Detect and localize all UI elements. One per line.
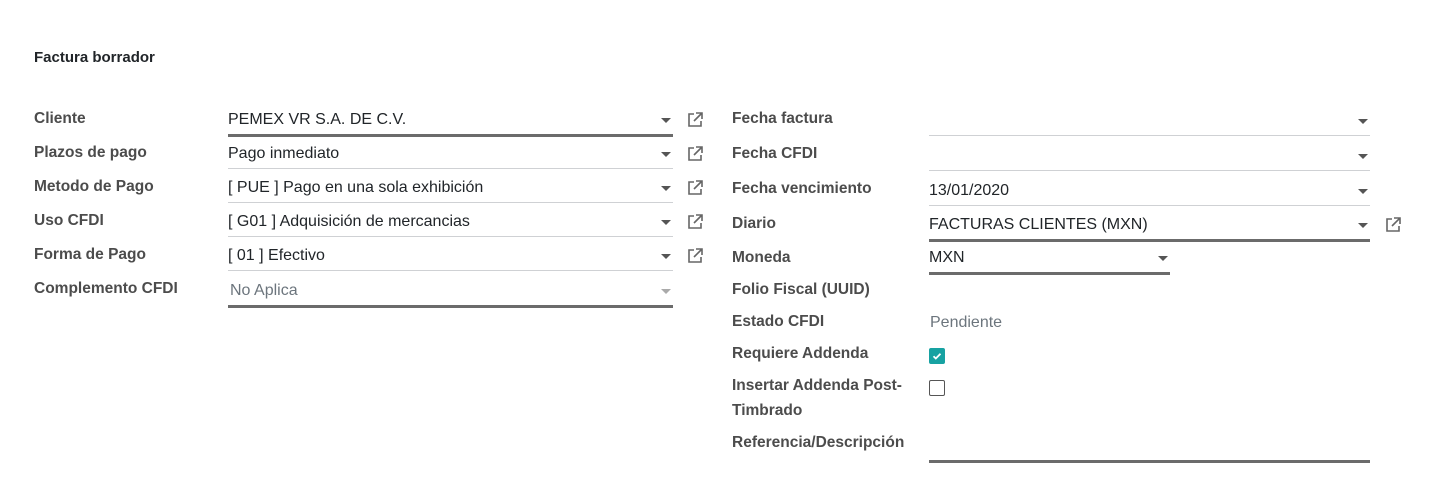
form-title: Factura borrador [34, 49, 155, 66]
requiere-addenda-label: Requiere Addenda [732, 345, 869, 362]
cliente-label: Cliente [34, 110, 86, 127]
moneda-select[interactable]: MXN [929, 246, 1170, 275]
external-link-icon[interactable] [686, 145, 704, 163]
caret-down-icon[interactable] [1358, 119, 1368, 124]
plazos-label: Plazos de pago [34, 144, 147, 161]
moneda-label: Moneda [732, 249, 791, 266]
check-icon [932, 353, 942, 360]
caret-down-icon[interactable] [1158, 256, 1168, 261]
caret-down-icon[interactable] [661, 254, 671, 259]
forma-value: [ 01 ] Efectivo [228, 247, 325, 264]
insertar-addenda-label-line2: Timbrado [732, 402, 803, 419]
estado-cfdi-label: Estado CFDI [732, 313, 825, 330]
diario-label: Diario [732, 215, 776, 232]
cliente-select[interactable]: PEMEX VR S.A. DE C.V. [228, 108, 673, 137]
complemento-select[interactable]: No Aplica [228, 279, 673, 308]
external-link-icon[interactable] [686, 213, 704, 231]
diario-select[interactable]: FACTURAS CLIENTES (MXN) [929, 213, 1370, 242]
caret-down-icon[interactable] [661, 220, 671, 225]
caret-down-icon[interactable] [1358, 223, 1368, 228]
fecha-factura-input[interactable] [929, 109, 1370, 136]
insertar-addenda-checkbox[interactable] [929, 380, 945, 396]
moneda-value: MXN [929, 249, 965, 266]
uso-select[interactable]: [ G01 ] Adquisición de mercancias [228, 210, 673, 237]
estado-cfdi-value: Pendiente [930, 314, 1003, 331]
caret-down-icon[interactable] [661, 186, 671, 191]
plazos-select[interactable]: Pago inmediato [228, 142, 673, 169]
caret-down-icon[interactable] [1358, 154, 1368, 159]
folio-fiscal-label: Folio Fiscal (UUID) [732, 281, 870, 298]
caret-down-icon[interactable] [1358, 189, 1368, 194]
complemento-label: Complemento CFDI [34, 280, 178, 297]
complemento-value: No Aplica [230, 282, 298, 299]
metodo-select[interactable]: [ PUE ] Pago en una sola exhibición [228, 176, 673, 203]
caret-down-icon[interactable] [661, 289, 671, 294]
fecha-cfdi-label: Fecha CFDI [732, 145, 818, 162]
plazos-value: Pago inmediato [228, 145, 340, 162]
metodo-value: [ PUE ] Pago en una sola exhibición [228, 179, 484, 196]
external-link-icon[interactable] [1384, 216, 1402, 234]
referencia-input[interactable] [929, 434, 1370, 463]
uso-value: [ G01 ] Adquisición de mercancias [228, 213, 470, 230]
external-link-icon[interactable] [686, 111, 704, 129]
requiere-addenda-checkbox[interactable] [929, 348, 945, 364]
fecha-vencimiento-input[interactable]: 13/01/2020 [929, 179, 1370, 206]
caret-down-icon[interactable] [661, 118, 671, 123]
metodo-label: Metodo de Pago [34, 178, 154, 195]
fecha-factura-label: Fecha factura [732, 110, 833, 127]
referencia-label: Referencia/Descripción [732, 434, 905, 451]
fecha-vencimiento-label: Fecha vencimiento [732, 180, 872, 197]
external-link-icon[interactable] [686, 179, 704, 197]
forma-label: Forma de Pago [34, 246, 146, 263]
insertar-addenda-label: Insertar Addenda Post- [732, 377, 902, 394]
external-link-icon[interactable] [686, 247, 704, 265]
cliente-value: PEMEX VR S.A. DE C.V. [228, 111, 407, 128]
fecha-cfdi-input[interactable] [929, 144, 1370, 171]
forma-select[interactable]: [ 01 ] Efectivo [228, 244, 673, 271]
diario-value: FACTURAS CLIENTES (MXN) [929, 216, 1148, 233]
uso-label: Uso CFDI [34, 212, 104, 229]
caret-down-icon[interactable] [661, 152, 671, 157]
fecha-vencimiento-value: 13/01/2020 [929, 182, 1010, 199]
